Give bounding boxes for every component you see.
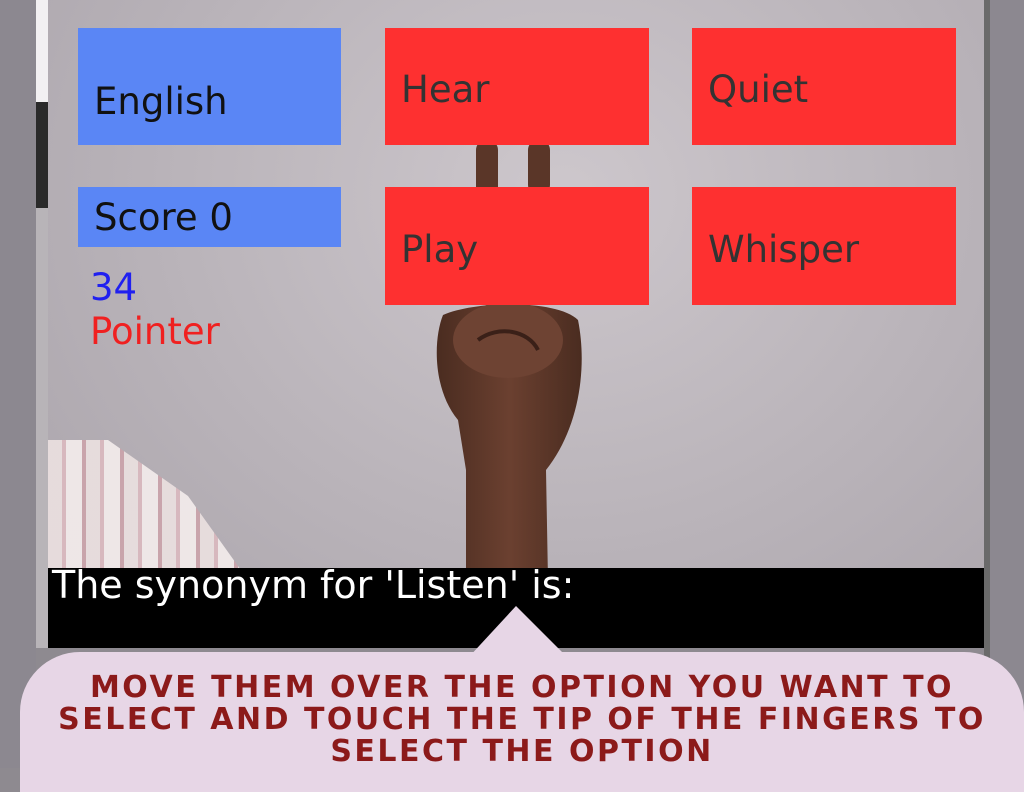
frame-right-edge xyxy=(984,0,1024,768)
speech-bubble-tail xyxy=(468,606,568,658)
question-text: The synonym for 'Listen' is: xyxy=(52,563,575,607)
frame-left-edge xyxy=(0,0,36,768)
score-display: Score 0 xyxy=(78,187,341,247)
language-button[interactable]: English xyxy=(78,28,341,145)
instruction-text: MOVE THEM OVER THE OPTION YOU WANT TO SE… xyxy=(58,670,986,770)
frame-left-strip xyxy=(36,0,48,102)
frame-right-strip xyxy=(984,0,990,768)
counter-value: 34 xyxy=(90,266,138,309)
option-button-play[interactable]: Play xyxy=(385,187,649,305)
option-button-whisper[interactable]: Whisper xyxy=(692,187,956,305)
shirt-sleeve xyxy=(48,440,248,580)
frame-left-strip-grey xyxy=(36,208,48,648)
option-button-hear[interactable]: Hear xyxy=(385,28,649,145)
option-button-quiet[interactable]: Quiet xyxy=(692,28,956,145)
frame-left-strip-dark xyxy=(36,102,48,208)
mode-label: Pointer xyxy=(90,310,220,353)
